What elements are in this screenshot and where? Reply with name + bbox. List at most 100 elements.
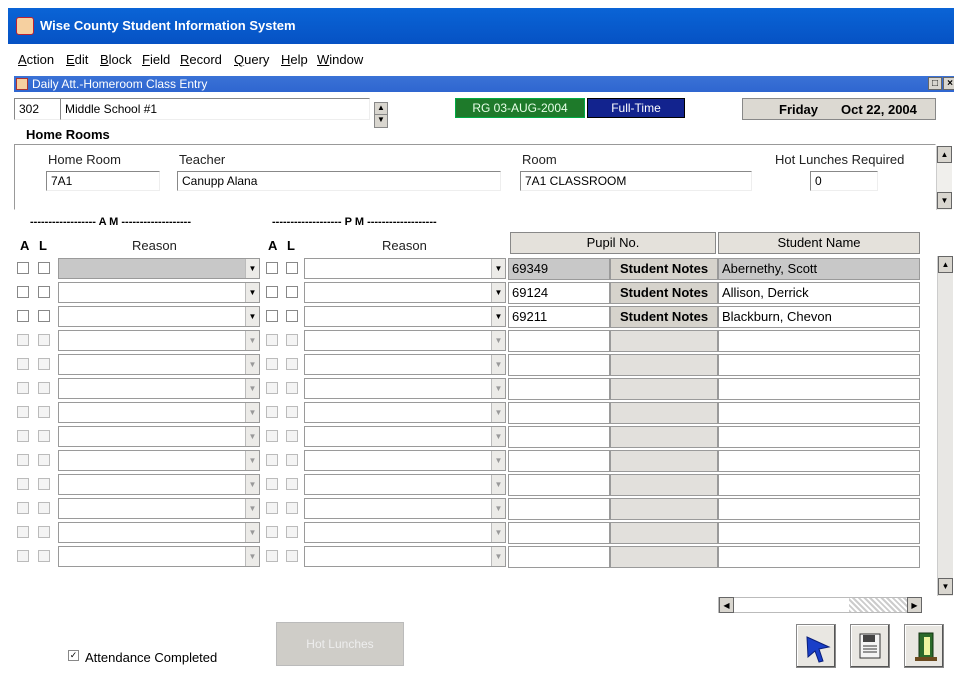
pm-absent-checkbox[interactable]: [266, 334, 278, 346]
student-notes-button[interactable]: [610, 474, 718, 496]
dropdown-arrow-icon[interactable]: ▼: [491, 451, 505, 470]
student-name-cell[interactable]: [718, 498, 920, 520]
pm-late-checkbox[interactable]: [286, 430, 298, 442]
grid-scroll-down-icon[interactable]: ▼: [938, 578, 953, 595]
student-name-cell[interactable]: [718, 378, 920, 400]
hscroll-track[interactable]: [849, 598, 907, 612]
dropdown-arrow-icon[interactable]: ▼: [491, 307, 505, 326]
pm-absent-checkbox[interactable]: [266, 550, 278, 562]
dropdown-arrow-icon[interactable]: ▼: [245, 379, 259, 398]
dropdown-arrow-icon[interactable]: ▼: [491, 547, 505, 566]
pm-late-checkbox[interactable]: [286, 550, 298, 562]
pm-late-checkbox[interactable]: [286, 454, 298, 466]
student-notes-button[interactable]: Student Notes: [610, 306, 718, 328]
am-late-checkbox[interactable]: [38, 526, 50, 538]
student-notes-button[interactable]: [610, 546, 718, 568]
dropdown-arrow-icon[interactable]: ▼: [491, 259, 505, 278]
am-absent-checkbox[interactable]: [17, 382, 29, 394]
save-button[interactable]: [850, 624, 890, 668]
pupil-no-cell[interactable]: [508, 450, 610, 472]
dropdown-arrow-icon[interactable]: ▼: [245, 547, 259, 566]
dropdown-arrow-icon[interactable]: ▼: [245, 283, 259, 302]
pm-late-checkbox[interactable]: [286, 310, 298, 322]
menu-query[interactable]: Query: [234, 52, 269, 67]
am-reason-select[interactable]: ▼: [58, 258, 260, 279]
pm-reason-select[interactable]: ▼: [304, 354, 506, 375]
am-absent-checkbox[interactable]: [17, 502, 29, 514]
student-notes-button[interactable]: [610, 450, 718, 472]
navigate-button[interactable]: [796, 624, 836, 668]
student-name-header[interactable]: Student Name: [718, 232, 920, 254]
pm-reason-select[interactable]: ▼: [304, 426, 506, 447]
scroll-up-icon[interactable]: ▲: [937, 146, 952, 163]
pupil-no-cell[interactable]: [508, 474, 610, 496]
dropdown-arrow-icon[interactable]: ▼: [245, 475, 259, 494]
pm-reason-select[interactable]: ▼: [304, 306, 506, 327]
am-late-checkbox[interactable]: [38, 358, 50, 370]
pm-reason-select[interactable]: ▼: [304, 378, 506, 399]
am-absent-checkbox[interactable]: [17, 310, 29, 322]
am-absent-checkbox[interactable]: [17, 262, 29, 274]
dropdown-arrow-icon[interactable]: ▼: [245, 523, 259, 542]
dropdown-arrow-icon[interactable]: ▼: [491, 355, 505, 374]
am-late-checkbox[interactable]: [38, 286, 50, 298]
spin-down-icon[interactable]: ▼: [375, 115, 387, 127]
dropdown-arrow-icon[interactable]: ▼: [245, 403, 259, 422]
pm-reason-select[interactable]: ▼: [304, 330, 506, 351]
pupil-no-cell[interactable]: 69124: [508, 282, 610, 304]
menu-record[interactable]: Record: [180, 52, 222, 67]
pupil-no-cell[interactable]: 69349: [508, 258, 610, 280]
student-name-cell[interactable]: Abernethy, Scott: [718, 258, 920, 280]
hot-lunches-button[interactable]: Hot Lunches: [276, 622, 404, 666]
room-field[interactable]: [520, 171, 752, 191]
attendance-completed-checkbox[interactable]: ✓: [68, 650, 79, 661]
scroll-right-icon[interactable]: ▶: [907, 597, 922, 613]
am-absent-checkbox[interactable]: [17, 526, 29, 538]
am-absent-checkbox[interactable]: [17, 478, 29, 490]
pm-late-checkbox[interactable]: [286, 358, 298, 370]
pm-absent-checkbox[interactable]: [266, 262, 278, 274]
student-name-cell[interactable]: [718, 426, 920, 448]
am-reason-select[interactable]: ▼: [58, 282, 260, 303]
pupil-no-cell[interactable]: [508, 498, 610, 520]
am-absent-checkbox[interactable]: [17, 550, 29, 562]
pupil-no-cell[interactable]: [508, 522, 610, 544]
dropdown-arrow-icon[interactable]: ▼: [491, 475, 505, 494]
student-name-cell[interactable]: [718, 354, 920, 376]
dropdown-arrow-icon[interactable]: ▼: [491, 427, 505, 446]
am-late-checkbox[interactable]: [38, 334, 50, 346]
menu-help[interactable]: Help: [281, 52, 308, 67]
pm-late-checkbox[interactable]: [286, 478, 298, 490]
dropdown-arrow-icon[interactable]: ▼: [491, 403, 505, 422]
dropdown-arrow-icon[interactable]: ▼: [245, 427, 259, 446]
dropdown-arrow-icon[interactable]: ▼: [491, 523, 505, 542]
hot-lunches-field[interactable]: [810, 171, 878, 191]
student-name-cell[interactable]: [718, 450, 920, 472]
student-name-cell[interactable]: Blackburn, Chevon: [718, 306, 920, 328]
pm-late-checkbox[interactable]: [286, 382, 298, 394]
am-reason-select[interactable]: ▼: [58, 546, 260, 567]
spin-up-icon[interactable]: ▲: [375, 103, 387, 115]
student-notes-button[interactable]: [610, 330, 718, 352]
grid-scroll-up-icon[interactable]: ▲: [938, 256, 953, 273]
student-notes-button[interactable]: Student Notes: [610, 258, 718, 280]
am-reason-select[interactable]: ▼: [58, 306, 260, 327]
pupil-no-cell[interactable]: [508, 378, 610, 400]
pupil-no-cell[interactable]: [508, 426, 610, 448]
student-name-cell[interactable]: [718, 546, 920, 568]
am-late-checkbox[interactable]: [38, 502, 50, 514]
dropdown-arrow-icon[interactable]: ▼: [245, 355, 259, 374]
student-name-cell[interactable]: [718, 330, 920, 352]
menu-window[interactable]: Window: [317, 52, 363, 67]
am-late-checkbox[interactable]: [38, 550, 50, 562]
dropdown-arrow-icon[interactable]: ▼: [245, 499, 259, 518]
pm-absent-checkbox[interactable]: [266, 286, 278, 298]
pm-late-checkbox[interactable]: [286, 262, 298, 274]
am-absent-checkbox[interactable]: [17, 430, 29, 442]
home-rooms-scrollbar[interactable]: ▲ ▼: [936, 146, 952, 210]
am-reason-select[interactable]: ▼: [58, 330, 260, 351]
pm-absent-checkbox[interactable]: [266, 478, 278, 490]
pm-reason-select[interactable]: ▼: [304, 498, 506, 519]
am-absent-checkbox[interactable]: [17, 406, 29, 418]
student-name-cell[interactable]: [718, 402, 920, 424]
